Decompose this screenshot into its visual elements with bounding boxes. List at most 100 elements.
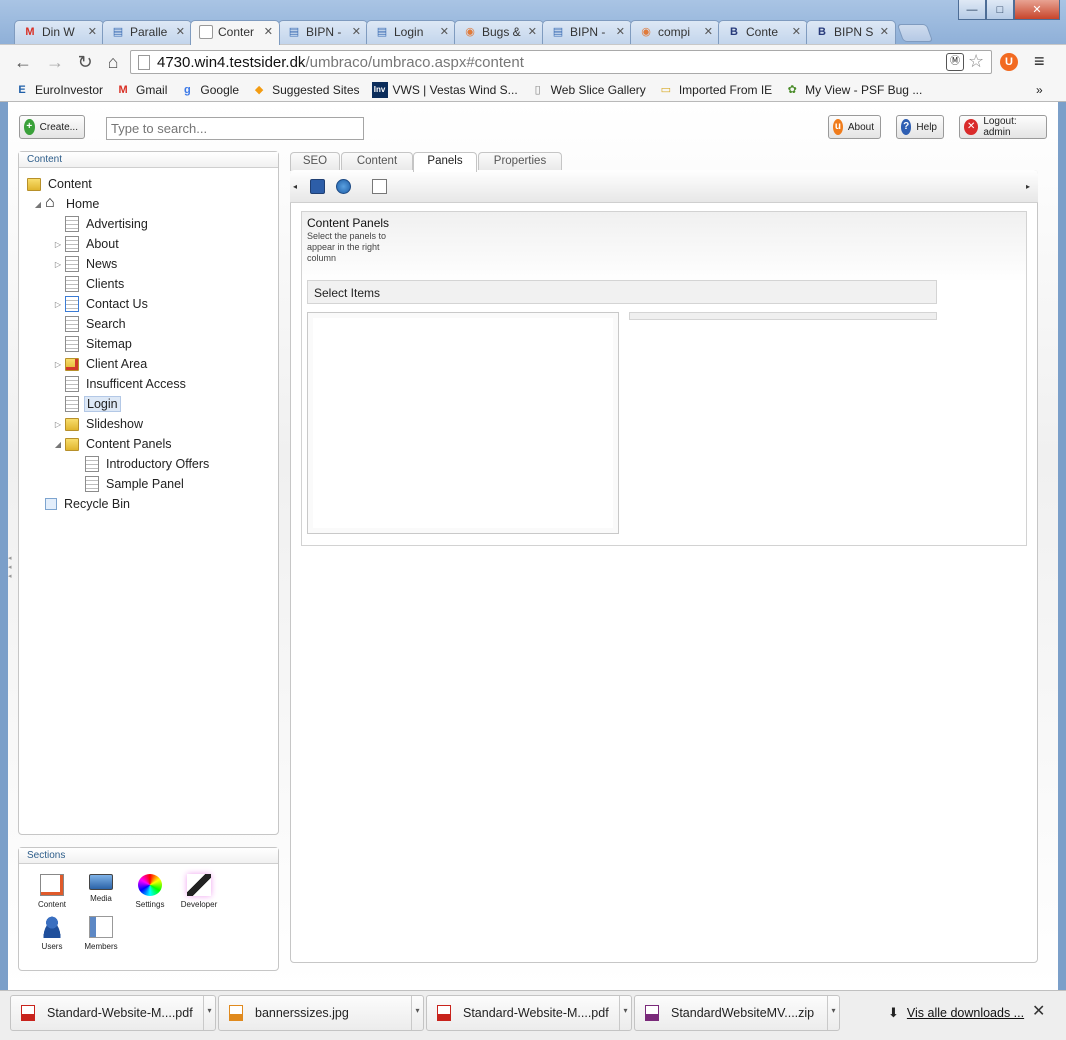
search-input[interactable]	[106, 117, 364, 140]
download-item[interactable]: Standard-Website-M....pdf ▾	[10, 995, 216, 1031]
show-all-downloads[interactable]: ⬇ Vis alle downloads ...	[888, 1005, 1024, 1021]
tab-close-icon[interactable]: ✕	[616, 25, 625, 38]
tree-node[interactable]: Recycle Bin	[33, 494, 132, 514]
tree-node[interactable]: ◢ Content Panels	[53, 434, 173, 454]
preview-icon[interactable]	[372, 179, 387, 194]
tab-close-icon[interactable]: ✕	[440, 25, 449, 38]
browser-tab[interactable]: ▤ Paralle ✕	[102, 20, 192, 44]
tree-node[interactable]: Search	[53, 314, 128, 334]
download-menu-icon[interactable]: ▾	[411, 996, 423, 1030]
bookmark-item[interactable]: Inv VWS | Vestas Wind S...	[371, 81, 518, 98]
tree-node[interactable]: Login	[53, 394, 121, 414]
expand-toggle-icon[interactable]: ▷	[53, 240, 63, 249]
help-button[interactable]: ? Help	[896, 115, 944, 139]
download-item[interactable]: StandardWebsiteMV....zip ▾	[634, 995, 840, 1031]
address-bar[interactable]: 4730.win4.testsider.dk/umbraco/umbraco.a…	[130, 50, 992, 74]
tab-close-icon[interactable]: ✕	[528, 25, 537, 38]
available-items-list[interactable]	[307, 312, 619, 534]
bookmark-item[interactable]: M Gmail	[115, 82, 167, 98]
tab-close-icon[interactable]: ✕	[704, 25, 713, 38]
bookmark-item[interactable]: ✿ My View - PSF Bug ...	[784, 82, 923, 98]
section-media[interactable]: Media	[78, 874, 124, 903]
close-window-button[interactable]: ✕	[1014, 0, 1060, 20]
expand-toggle-icon[interactable]: ▷	[53, 420, 63, 429]
tree-node[interactable]: ▷ Slideshow	[53, 414, 145, 434]
expand-toggle-icon[interactable]: ▷	[53, 260, 63, 269]
minimize-button[interactable]: —	[958, 0, 986, 20]
tree-node[interactable]: ▷ Contact Us	[53, 294, 150, 314]
tab-content[interactable]: Content	[341, 152, 413, 171]
bookmark-item[interactable]: ◆ Suggested Sites	[251, 82, 360, 98]
download-menu-icon[interactable]: ▾	[203, 996, 215, 1030]
section-settings[interactable]: Settings	[127, 874, 173, 909]
tree-node[interactable]: Advertising	[53, 214, 150, 234]
tree-node[interactable]: ▷ About	[53, 234, 121, 254]
back-arrow-icon[interactable]: ←	[12, 52, 34, 73]
section-developer[interactable]: Developer	[176, 874, 222, 909]
menu-icon[interactable]: ≡	[1034, 52, 1052, 71]
tab-close-icon[interactable]: ✕	[264, 25, 273, 38]
logout-button[interactable]: ✕ Logout: admin	[959, 115, 1047, 139]
scroll-left-icon[interactable]: ◂	[293, 179, 308, 194]
bookmark-item[interactable]: E EuroInvestor	[14, 82, 103, 98]
tree-node[interactable]: Introductory Offers	[73, 454, 211, 474]
close-downloads-icon[interactable]: ✕	[1032, 1001, 1045, 1021]
browser-tab[interactable]: ◉ compi ✕	[630, 20, 720, 44]
bookmarks-overflow-icon[interactable]: »	[1036, 83, 1043, 97]
section-content[interactable]: Content	[29, 874, 75, 909]
tab-properties[interactable]: Properties	[478, 152, 562, 171]
star-icon[interactable]: ☆	[968, 52, 986, 71]
extension-icon[interactable]: Ⓜ	[946, 53, 964, 71]
tree-node[interactable]: ▷ Client Area	[53, 354, 149, 374]
bookmark-item[interactable]: g Google	[179, 82, 239, 98]
bookmark-item[interactable]: ▭ Imported From IE	[658, 82, 773, 98]
new-tab-button[interactable]	[896, 24, 934, 42]
tree-node[interactable]: ◢ ⌂ Home	[33, 194, 101, 214]
download-item[interactable]: Standard-Website-M....pdf ▾	[426, 995, 632, 1031]
tab-seo[interactable]: SEO	[290, 152, 340, 171]
expand-toggle-icon[interactable]: ◢	[33, 200, 43, 209]
section-members[interactable]: Members	[78, 916, 124, 951]
download-menu-icon[interactable]: ▾	[827, 996, 839, 1030]
download-menu-icon[interactable]: ▾	[619, 996, 631, 1030]
tab-close-icon[interactable]: ✕	[176, 25, 185, 38]
section-users[interactable]: Users	[29, 916, 75, 951]
browser-tab[interactable]: ▤ Login ✕	[366, 20, 456, 44]
tree-node[interactable]: Insufficent Access	[53, 374, 188, 394]
scroll-right-icon[interactable]: ▸	[1026, 179, 1041, 194]
browser-tab[interactable]: ◉ Bugs & ✕	[454, 20, 544, 44]
create-button[interactable]: + Create...	[19, 115, 85, 139]
tab-close-icon[interactable]: ✕	[792, 25, 801, 38]
browser-tab[interactable]: B Conte ✕	[718, 20, 808, 44]
tab-panels[interactable]: Panels	[413, 152, 477, 172]
reload-icon[interactable]: ↻	[74, 52, 96, 73]
maximize-button[interactable]: □	[986, 0, 1014, 20]
expand-toggle-icon[interactable]: ▷	[53, 360, 63, 369]
browser-tab[interactable]: Conter ✕	[190, 20, 280, 45]
home-icon[interactable]: ⌂	[102, 52, 124, 73]
browser-tab[interactable]: B BIPN S ✕	[806, 20, 896, 44]
browser-tab[interactable]: ▤ BIPN - ✕	[278, 20, 368, 44]
tree-node[interactable]: ▷ News	[53, 254, 119, 274]
tab-close-icon[interactable]: ✕	[88, 25, 97, 38]
forward-arrow-icon[interactable]: →	[44, 52, 66, 73]
tree-node[interactable]: Sitemap	[53, 334, 134, 354]
save-icon[interactable]	[310, 179, 325, 194]
tab-close-icon[interactable]: ✕	[880, 25, 889, 38]
tab-close-icon[interactable]: ✕	[352, 25, 361, 38]
tree-node[interactable]: Clients	[53, 274, 126, 294]
browser-tab[interactable]: M Din W ✕	[14, 20, 104, 44]
save-and-publish-icon[interactable]	[336, 179, 351, 194]
tree-node[interactable]: Content	[27, 174, 94, 194]
show-all-link[interactable]: Vis alle downloads ...	[907, 1006, 1024, 1020]
collapse-handle[interactable]: ◂ ◂ ◂	[8, 554, 14, 584]
expand-toggle-icon[interactable]: ◢	[53, 440, 63, 449]
browser-tab[interactable]: ▤ BIPN - ✕	[542, 20, 632, 44]
tree-node[interactable]: Sample Panel	[73, 474, 186, 494]
download-item[interactable]: bannerssizes.jpg ▾	[218, 995, 424, 1031]
selected-items-list[interactable]	[629, 312, 937, 320]
bookmark-item[interactable]: ▯ Web Slice Gallery	[530, 82, 646, 98]
expand-toggle-icon[interactable]: ▷	[53, 300, 63, 309]
about-button[interactable]: u About	[828, 115, 881, 139]
umbraco-extension-icon[interactable]: U	[1000, 53, 1018, 71]
